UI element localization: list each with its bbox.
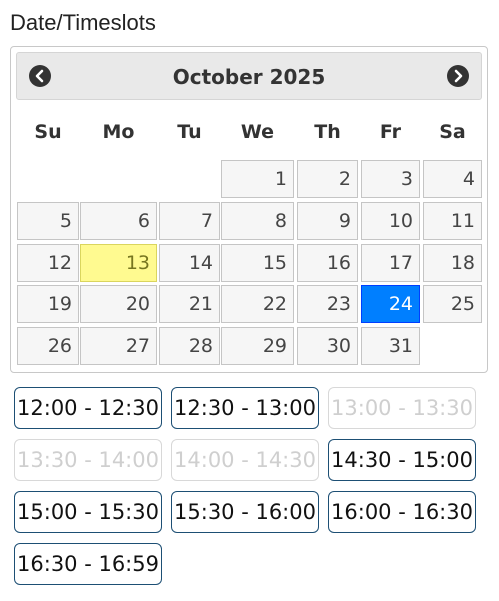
calendar-day[interactable]: 11 — [423, 202, 482, 240]
calendar-day[interactable]: 16 — [297, 244, 358, 282]
calendar-day[interactable]: 2 — [297, 160, 358, 198]
weekday-header: Fr — [379, 121, 402, 143]
calendar-day[interactable]: 27 — [80, 327, 157, 365]
calendar-day[interactable]: 12 — [17, 244, 79, 282]
calendar-day[interactable]: 6 — [80, 202, 157, 240]
timeslot-button[interactable]: 12:30 - 13:00 — [171, 387, 319, 429]
timeslot-button[interactable]: 12:00 - 12:30 — [14, 387, 162, 429]
calendar-day[interactable]: 15 — [221, 244, 294, 282]
calendar-day[interactable]: 7 — [159, 202, 220, 240]
calendar-day[interactable]: 22 — [221, 285, 294, 323]
timeslot-button: 13:30 - 14:00 — [14, 439, 162, 481]
timeslot-button[interactable]: 15:30 - 16:00 — [171, 491, 319, 533]
section-title: Date/Timeslots — [10, 10, 156, 35]
weekday-header: Mo — [102, 121, 135, 143]
calendar-header: October 2025 — [16, 52, 482, 100]
calendar-day[interactable]: 5 — [17, 202, 79, 240]
timeslot-button[interactable]: 16:00 - 16:30 — [328, 491, 476, 533]
calendar-day[interactable]: 4 — [423, 160, 482, 198]
weekday-header: We — [240, 121, 275, 143]
weekday-header: Sa — [439, 121, 466, 143]
weekday-header: Th — [314, 121, 341, 143]
calendar-day[interactable]: 14 — [159, 244, 220, 282]
calendar-day[interactable]: 23 — [297, 285, 358, 323]
calendar-day[interactable]: 18 — [423, 244, 482, 282]
chevron-right-circle-icon[interactable] — [447, 65, 469, 87]
calendar-day[interactable]: 26 — [17, 327, 79, 365]
calendar-day[interactable]: 21 — [159, 285, 220, 323]
calendar-day[interactable]: 13 — [80, 244, 157, 282]
calendar-day[interactable]: 9 — [297, 202, 358, 240]
calendar-day[interactable]: 28 — [159, 327, 220, 365]
timeslot-button: 14:00 - 14:30 — [171, 439, 319, 481]
weekday-header: Su — [34, 121, 62, 143]
calendar-day[interactable]: 8 — [221, 202, 294, 240]
calendar-day[interactable]: 17 — [361, 244, 420, 282]
calendar-day[interactable]: 25 — [423, 285, 482, 323]
timeslot-button[interactable]: 15:00 - 15:30 — [14, 491, 162, 533]
weekday-header: Tu — [177, 121, 202, 143]
calendar-day[interactable]: 1 — [221, 160, 294, 198]
calendar-day[interactable]: 29 — [221, 327, 294, 365]
calendar-day[interactable]: 30 — [297, 327, 358, 365]
calendar-day[interactable]: 20 — [80, 285, 157, 323]
month-title: October 2025 — [172, 65, 326, 89]
timeslot-button[interactable]: 14:30 - 15:00 — [328, 439, 476, 481]
calendar-day[interactable]: 24 — [361, 285, 420, 323]
calendar-day[interactable]: 31 — [361, 327, 420, 365]
datepicker-calendar: October 2025 Su Mo Tu We Th Fr Sa 1 2 3 4 5 6 7 8 9 10 11… — [10, 46, 488, 373]
calendar-day[interactable]: 3 — [361, 160, 420, 198]
calendar-day[interactable]: 10 — [361, 202, 420, 240]
timeslot-button[interactable]: 16:30 - 16:59 — [14, 543, 162, 585]
calendar-day[interactable]: 19 — [17, 285, 79, 323]
timeslot-button: 13:00 - 13:30 — [328, 387, 476, 429]
